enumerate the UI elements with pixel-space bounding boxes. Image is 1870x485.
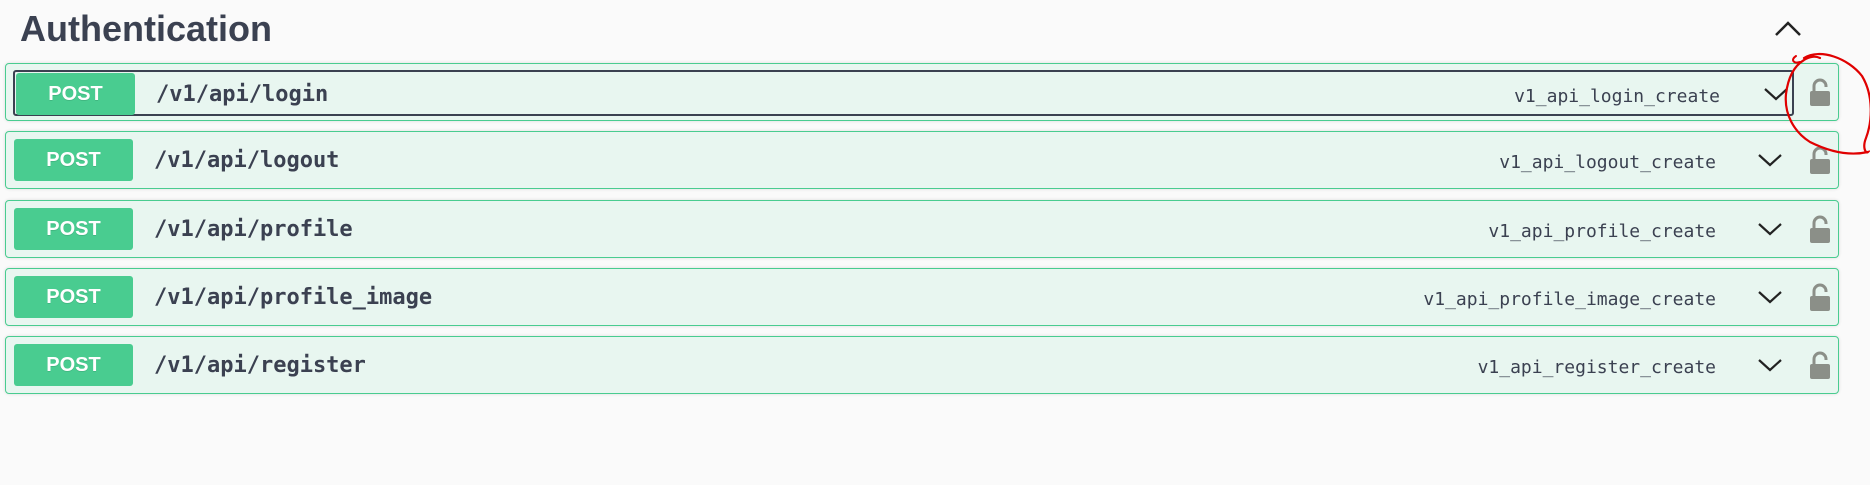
operation-summary-login[interactable]: POST /v1/api/login v1_api_login_create: [13, 70, 1794, 116]
method-badge: POST: [14, 139, 133, 181]
unlocked-padlock-icon[interactable]: [1806, 283, 1834, 313]
operation-id: v1_api_profile_image_create: [1423, 289, 1716, 310]
operation-id: v1_api_login_create: [1514, 86, 1720, 107]
collapse-section-button[interactable]: [1768, 10, 1808, 46]
section-title[interactable]: Authentication: [20, 8, 272, 50]
chevron-down-icon[interactable]: [1756, 149, 1784, 171]
unlocked-padlock-icon[interactable]: [1806, 78, 1834, 108]
operation-path: /v1/api/login: [156, 82, 329, 107]
unlocked-padlock-icon[interactable]: [1806, 215, 1834, 245]
operation-summary-logout[interactable]: POST /v1/api/logout v1_api_logout_create: [11, 137, 1792, 183]
operation-path: /v1/api/register: [154, 353, 366, 378]
operation-summary-profile[interactable]: POST /v1/api/profile v1_api_profile_crea…: [11, 206, 1792, 252]
method-badge: POST: [14, 344, 133, 386]
operation-path: /v1/api/logout: [154, 148, 340, 173]
operation-path: /v1/api/profile_image: [154, 285, 433, 310]
method-badge: POST: [16, 73, 135, 115]
chevron-down-icon[interactable]: [1756, 354, 1784, 376]
operation-block: POST /v1/api/login v1_api_login_create: [5, 63, 1839, 121]
section-header-authentication[interactable]: Authentication: [6, 0, 1839, 66]
operation-summary-register[interactable]: POST /v1/api/register v1_api_register_cr…: [11, 342, 1792, 388]
method-badge: POST: [14, 276, 133, 318]
operation-block: POST /v1/api/logout v1_api_logout_create: [5, 131, 1839, 189]
operation-summary-profile-image[interactable]: POST /v1/api/profile_image v1_api_profil…: [11, 274, 1792, 320]
operation-path: /v1/api/profile: [154, 217, 353, 242]
chevron-down-icon[interactable]: [1756, 218, 1784, 240]
operation-id: v1_api_profile_create: [1488, 221, 1716, 242]
operation-id: v1_api_logout_create: [1499, 152, 1716, 173]
chevron-down-icon[interactable]: [1762, 83, 1790, 105]
chevron-up-icon: [1775, 21, 1801, 36]
operation-block: POST /v1/api/register v1_api_register_cr…: [5, 336, 1839, 394]
operation-block: POST /v1/api/profile_image v1_api_profil…: [5, 268, 1839, 326]
swagger-page: Authentication POST /v1/api/login v1_api…: [0, 0, 1870, 485]
unlocked-padlock-icon[interactable]: [1806, 146, 1834, 176]
method-badge: POST: [14, 208, 133, 250]
chevron-down-icon[interactable]: [1756, 286, 1784, 308]
operation-block: POST /v1/api/profile v1_api_profile_crea…: [5, 200, 1839, 258]
unlocked-padlock-icon[interactable]: [1806, 351, 1834, 381]
operation-id: v1_api_register_create: [1477, 357, 1716, 378]
